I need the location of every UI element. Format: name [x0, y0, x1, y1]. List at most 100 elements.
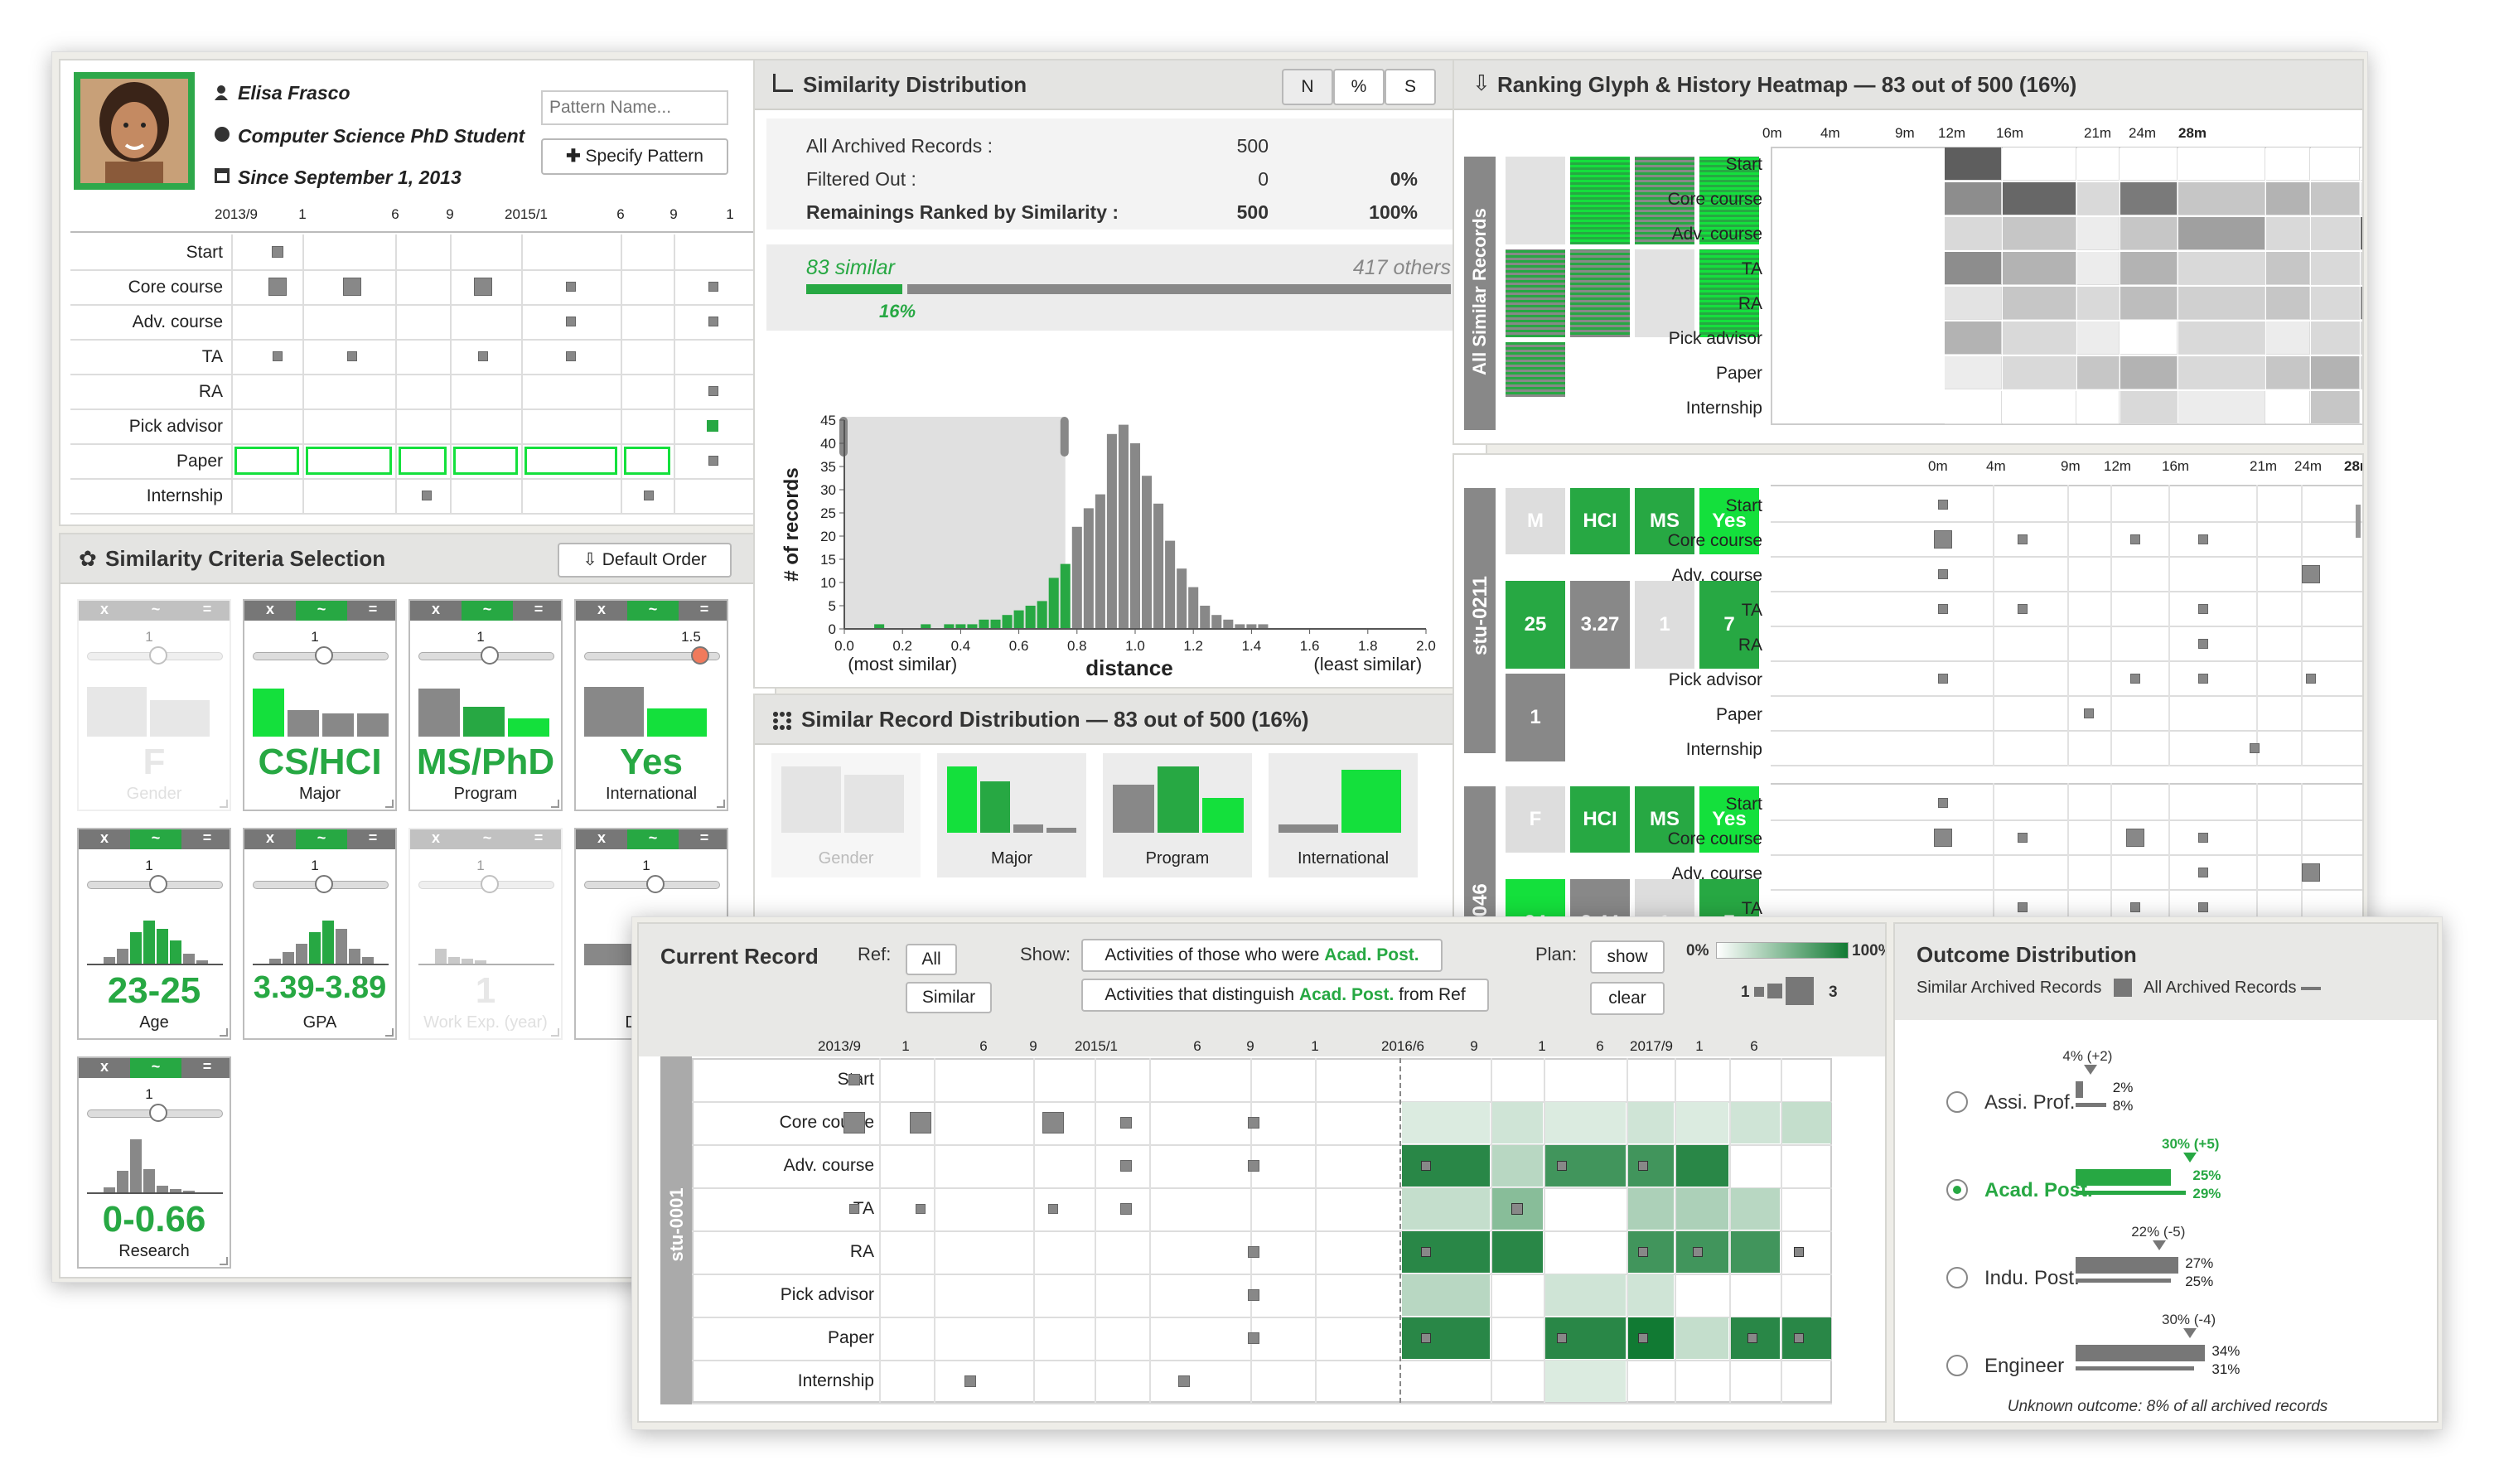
record-glyph-cell[interactable]: F: [1506, 786, 1565, 853]
toggle-equal-button[interactable]: =: [513, 601, 564, 621]
weight-slider[interactable]: [418, 646, 554, 665]
paper-highlight[interactable]: [453, 447, 518, 475]
toggle-exclude-button[interactable]: x: [410, 829, 462, 849]
mode-s-button[interactable]: S: [1385, 69, 1436, 105]
slider-handle[interactable]: [149, 646, 167, 665]
toggle-equal-button[interactable]: =: [181, 601, 233, 621]
criteria-card[interactable]: x ~ = 1 CS/HCI Major: [243, 599, 397, 811]
paper-highlight[interactable]: [624, 447, 670, 475]
toggle-exclude-button[interactable]: x: [576, 601, 627, 621]
histogram-bar-other: [1118, 424, 1129, 629]
criteria-card[interactable]: x ~ = 1.5 Yes International: [574, 599, 728, 811]
criteria-card[interactable]: x ~ = 1 1 Work Exp. (year): [408, 828, 563, 1040]
pattern-name-input[interactable]: [541, 90, 728, 125]
outcome-radio[interactable]: [1946, 1091, 1968, 1113]
criteria-card[interactable]: x ~ = 1 23-25 Age: [77, 828, 231, 1040]
toggle-exclude-button[interactable]: x: [79, 1058, 130, 1078]
slider-handle[interactable]: [481, 875, 499, 893]
default-order-button[interactable]: ⇩ Default Order: [558, 543, 732, 578]
paper-highlight[interactable]: [524, 447, 617, 475]
toggle-equal-button[interactable]: =: [347, 601, 399, 621]
criteria-card[interactable]: x ~ = 1 MS/PhD Program: [408, 599, 563, 811]
toggle-exclude-button[interactable]: x: [79, 601, 130, 621]
toggle-exclude-button[interactable]: x: [410, 601, 462, 621]
toggle-equal-button[interactable]: =: [181, 829, 233, 849]
selection-region[interactable]: [844, 417, 1066, 629]
toggle-exclude-button[interactable]: x: [576, 829, 627, 849]
show-distinguish-button[interactable]: Activities that distinguish Acad. Post. …: [1081, 979, 1489, 1012]
record-glyph-cell[interactable]: 1: [1635, 581, 1694, 669]
record-side[interactable]: stu-0211: [1464, 488, 1496, 753]
slider-handle[interactable]: [646, 875, 665, 893]
record-glyph-cell[interactable]: 1: [1506, 674, 1565, 761]
slider-handle[interactable]: [149, 1104, 167, 1122]
resize-handle[interactable]: [220, 1028, 228, 1037]
resize-handle[interactable]: [220, 1257, 228, 1265]
toggle-similar-button[interactable]: ~: [130, 829, 181, 849]
slider-handle[interactable]: [481, 646, 499, 665]
slider-handle[interactable]: [691, 646, 709, 665]
toggle-similar-button[interactable]: ~: [296, 829, 347, 849]
toggle-exclude-button[interactable]: x: [244, 601, 296, 621]
weight-slider[interactable]: [87, 875, 223, 893]
toggle-similar-button[interactable]: ~: [462, 829, 513, 849]
record-glyph-cell[interactable]: M: [1506, 488, 1565, 554]
plan-clear-button[interactable]: clear: [1590, 982, 1665, 1015]
specify-pattern-button[interactable]: ✚ Specify Pattern: [541, 138, 728, 175]
resize-handle[interactable]: [385, 800, 394, 808]
resize-handle[interactable]: [717, 800, 725, 808]
show-activities-button[interactable]: Activities of those who were Acad. Post.: [1081, 939, 1443, 972]
mode-percent-button[interactable]: %: [1333, 69, 1385, 105]
toggle-equal-button[interactable]: =: [347, 829, 399, 849]
paper-highlight[interactable]: [306, 447, 392, 475]
toggle-similar-button[interactable]: ~: [296, 601, 347, 621]
slider-handle[interactable]: [315, 875, 333, 893]
record-glyph-cell[interactable]: 3.27: [1570, 581, 1630, 669]
heatmap-cell: [1781, 1102, 1831, 1143]
mode-n-button[interactable]: N: [1282, 69, 1333, 105]
toggle-equal-button[interactable]: =: [679, 601, 730, 621]
toggle-equal-button[interactable]: =: [181, 1058, 233, 1078]
weight-slider[interactable]: [418, 875, 554, 893]
criteria-card[interactable]: x ~ = 1 0-0.66 Research: [77, 1056, 231, 1269]
weight-slider[interactable]: [87, 646, 223, 665]
toggle-similar-button[interactable]: ~: [462, 601, 513, 621]
simrec-card[interactable]: International: [1269, 753, 1418, 877]
slider-handle[interactable]: [315, 646, 333, 665]
slider-handle[interactable]: [149, 875, 167, 893]
simrec-card[interactable]: Program: [1103, 753, 1252, 877]
weight-slider[interactable]: [253, 875, 389, 893]
resize-handle[interactable]: [220, 800, 228, 808]
paper-highlight[interactable]: [234, 447, 299, 475]
simrec-card[interactable]: Major: [937, 753, 1086, 877]
simrec-card[interactable]: Gender: [771, 753, 921, 877]
weight-slider[interactable]: [584, 875, 720, 893]
criteria-card[interactable]: x ~ = 1 3.39-3.89 GPA: [243, 828, 397, 1040]
resize-handle[interactable]: [385, 1028, 394, 1037]
toggle-exclude-button[interactable]: x: [244, 829, 296, 849]
ref-similar-button[interactable]: Similar: [906, 982, 992, 1013]
resize-handle[interactable]: [551, 800, 559, 808]
toggle-similar-button[interactable]: ~: [130, 1058, 181, 1078]
record-glyph-cell[interactable]: 7: [1699, 581, 1759, 669]
scrollbar[interactable]: [2356, 505, 2361, 538]
ref-all-button[interactable]: All: [906, 944, 957, 975]
criteria-card[interactable]: x ~ = 1 F Gender: [77, 599, 231, 811]
toggle-similar-button[interactable]: ~: [627, 829, 679, 849]
toggle-similar-button[interactable]: ~: [130, 601, 181, 621]
toggle-exclude-button[interactable]: x: [79, 829, 130, 849]
weight-slider[interactable]: [87, 1104, 223, 1122]
weight-slider[interactable]: [584, 646, 720, 665]
toggle-equal-button[interactable]: =: [513, 829, 564, 849]
record-glyph-cell[interactable]: 25: [1506, 581, 1565, 669]
toggle-similar-button[interactable]: ~: [627, 601, 679, 621]
plan-show-button[interactable]: show: [1590, 940, 1665, 974]
outcome-radio[interactable]: [1946, 1267, 1968, 1288]
outcome-radio[interactable]: [1946, 1355, 1968, 1376]
toggle-equal-button[interactable]: =: [679, 829, 730, 849]
slider-value: 1: [145, 629, 153, 645]
outcome-radio[interactable]: [1946, 1179, 1968, 1201]
paper-highlight[interactable]: [399, 447, 447, 475]
weight-slider[interactable]: [253, 646, 389, 665]
resize-handle[interactable]: [551, 1028, 559, 1037]
